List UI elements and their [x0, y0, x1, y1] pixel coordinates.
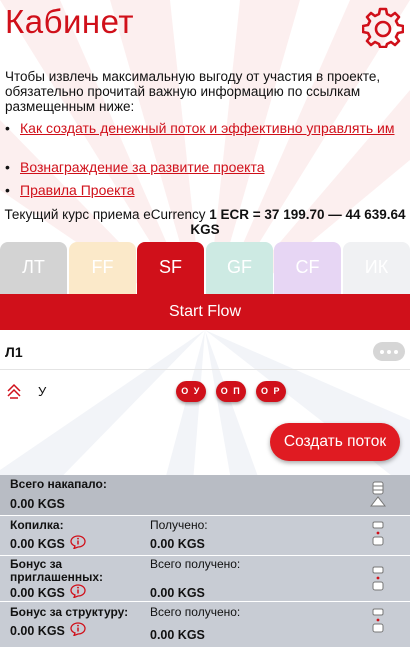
jar-icon: [372, 521, 384, 546]
stat-structure-label: Бонус за структуру:: [10, 605, 129, 619]
tab-ff[interactable]: FF: [69, 242, 136, 294]
bullet: •: [5, 120, 10, 136]
bullet: •: [5, 159, 10, 175]
stat-total-value: 0.00 KGS: [10, 497, 65, 511]
level-label: Л1: [5, 344, 23, 360]
jar-icon: [372, 566, 384, 591]
user-label: У: [38, 384, 47, 399]
tab-ik[interactable]: ИК: [343, 242, 410, 294]
tab-cf[interactable]: CF: [274, 242, 341, 294]
jar-drip-icon: [370, 481, 386, 507]
stat-structure-row: Бонус за структуру: 0.00 KGS Всего получ…: [0, 602, 410, 648]
intro-text: Чтобы извлечь максимальную выгоду от уча…: [5, 69, 381, 114]
tab-label: FF: [91, 257, 114, 277]
stat-invited-received-value: 0.00 KGS: [150, 586, 205, 600]
stat-structure-value: 0.00 KGS: [10, 624, 65, 638]
info-icon[interactable]: [70, 622, 86, 636]
stat-invited-received-label: Всего получено:: [150, 557, 241, 571]
stat-piggy-value: 0.00 KGS: [10, 537, 65, 551]
tab-label: SF: [158, 257, 182, 277]
user-row: У О У О П О Р: [0, 375, 410, 407]
flow-title-bar: Start Flow: [0, 294, 410, 330]
info-icon[interactable]: [70, 584, 86, 598]
stat-piggy-row: Копилка: 0.00 KGS Получено: 0.00 KGS: [0, 516, 410, 556]
stat-piggy-received-label: Получено:: [150, 518, 208, 532]
tab-label: ИК: [364, 257, 389, 277]
page-title: Кабинет: [5, 3, 135, 40]
level-row: Л1: [0, 336, 410, 370]
exchange-rate: Текущий курс приема eCurrency 1 ECR = 37…: [0, 207, 410, 237]
dot: [387, 349, 391, 354]
tab-gf[interactable]: GF: [206, 242, 273, 294]
tab-lt[interactable]: ЛТ: [0, 242, 67, 294]
rate-value: 1 ECR = 37 199.70 — 44 639.64 KGS: [190, 207, 406, 237]
dot: [394, 349, 398, 354]
pill-or-button[interactable]: О Р: [256, 381, 286, 402]
stat-piggy-received-value: 0.00 KGS: [150, 537, 205, 551]
link-rules[interactable]: Правила Проекта: [20, 183, 134, 198]
stat-structure-received-value: 0.00 KGS: [150, 628, 205, 642]
more-options-button[interactable]: [373, 342, 405, 361]
header: Кабинет: [0, 0, 410, 58]
info-icon[interactable]: [70, 535, 86, 549]
users-tree-icon: [7, 383, 21, 399]
create-flow-button[interactable]: Создать поток: [270, 423, 400, 461]
tab-label: ЛТ: [22, 257, 45, 277]
stat-structure-received-label: Всего получено:: [150, 605, 241, 619]
dot: [380, 349, 384, 354]
gear-icon[interactable]: [362, 6, 404, 48]
list-item: • Как создать денежный поток и эффективн…: [5, 121, 395, 136]
link-reward[interactable]: Вознаграждение за развитие проекта: [20, 160, 265, 175]
rate-prefix: Текущий курс приема eCurrency: [4, 207, 210, 222]
bullet: •: [5, 182, 10, 198]
pill-ou-button[interactable]: О У: [176, 381, 206, 402]
jar-icon: [372, 608, 384, 633]
tab-label: CF: [295, 257, 320, 277]
tab-sf[interactable]: SF: [137, 242, 204, 294]
stat-piggy-label: Копилка:: [10, 518, 64, 532]
stat-invited-value: 0.00 KGS: [10, 586, 65, 600]
pill-op-button[interactable]: О П: [216, 381, 246, 402]
stat-invited-label: Бонус за приглашенных:: [10, 557, 104, 584]
stat-invited-row: Бонус за приглашенных: 0.00 KGS Всего по…: [0, 556, 410, 602]
list-item: • Вознаграждение за развитие проекта: [5, 160, 265, 175]
stat-total-row: Всего накапало: 0.00 KGS: [0, 475, 410, 516]
list-item: • Правила Проекта: [5, 183, 134, 198]
tab-label: GF: [227, 257, 252, 277]
link-create-flow[interactable]: Как создать денежный поток и эффективно …: [20, 121, 395, 136]
stat-total-label: Всего накапало:: [10, 477, 107, 491]
flow-tabs: ЛТ FF SF GF CF ИК: [0, 242, 410, 294]
